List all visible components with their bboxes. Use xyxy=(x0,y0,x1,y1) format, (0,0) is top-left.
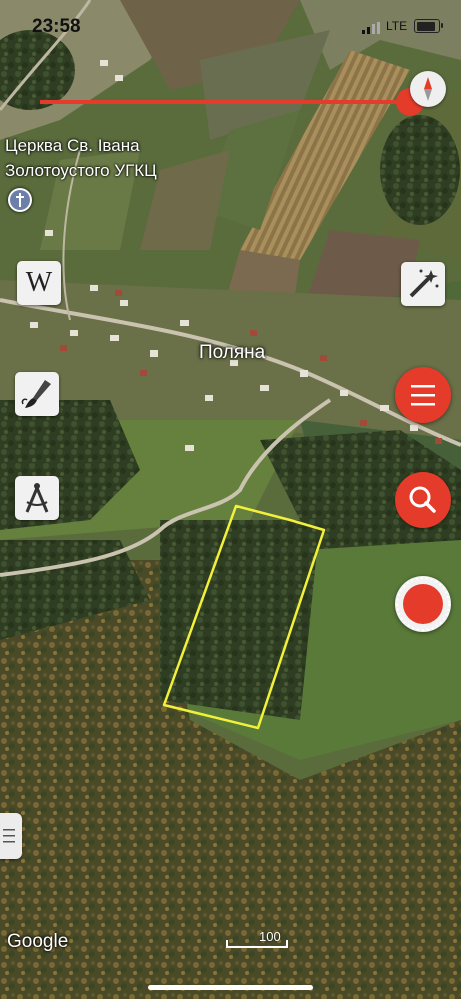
home-indicator[interactable] xyxy=(148,985,313,990)
draw-button[interactable] xyxy=(15,372,59,416)
magic-wand-icon xyxy=(409,269,439,298)
wikipedia-button[interactable]: W xyxy=(17,261,61,305)
signal-icon xyxy=(362,22,380,34)
compass-button[interactable] xyxy=(410,71,446,107)
paintbrush-icon xyxy=(21,380,51,408)
record-button[interactable] xyxy=(395,576,451,632)
status-time: 23:58 xyxy=(32,16,81,37)
list-icon xyxy=(3,829,15,843)
side-panel-tab[interactable] xyxy=(0,813,22,859)
compass-needle-icon xyxy=(424,77,432,101)
menu-button[interactable] xyxy=(395,367,451,423)
battery-icon xyxy=(414,19,440,33)
place-label[interactable]: Поляна xyxy=(199,342,265,364)
battery-tip xyxy=(441,23,443,28)
wikipedia-icon: W xyxy=(25,267,53,298)
church-pin[interactable] xyxy=(8,188,32,212)
poi-label[interactable]: Церква Св. Івана Золотоустого УГКЦ xyxy=(5,133,157,183)
record-icon xyxy=(396,577,450,631)
cross-icon xyxy=(10,190,30,210)
scale-bar xyxy=(226,940,288,948)
magic-wand-button[interactable] xyxy=(401,262,445,306)
network-type: LTE xyxy=(386,19,408,33)
menu-icon xyxy=(411,385,435,406)
search-button[interactable] xyxy=(395,472,451,528)
compass-drafting-icon xyxy=(25,483,49,513)
measure-tool-button[interactable] xyxy=(15,476,59,520)
google-attribution: Google xyxy=(7,931,69,952)
search-icon xyxy=(409,486,436,513)
status-bar: 23:58 LTE xyxy=(0,0,461,44)
measure-line xyxy=(40,100,410,104)
